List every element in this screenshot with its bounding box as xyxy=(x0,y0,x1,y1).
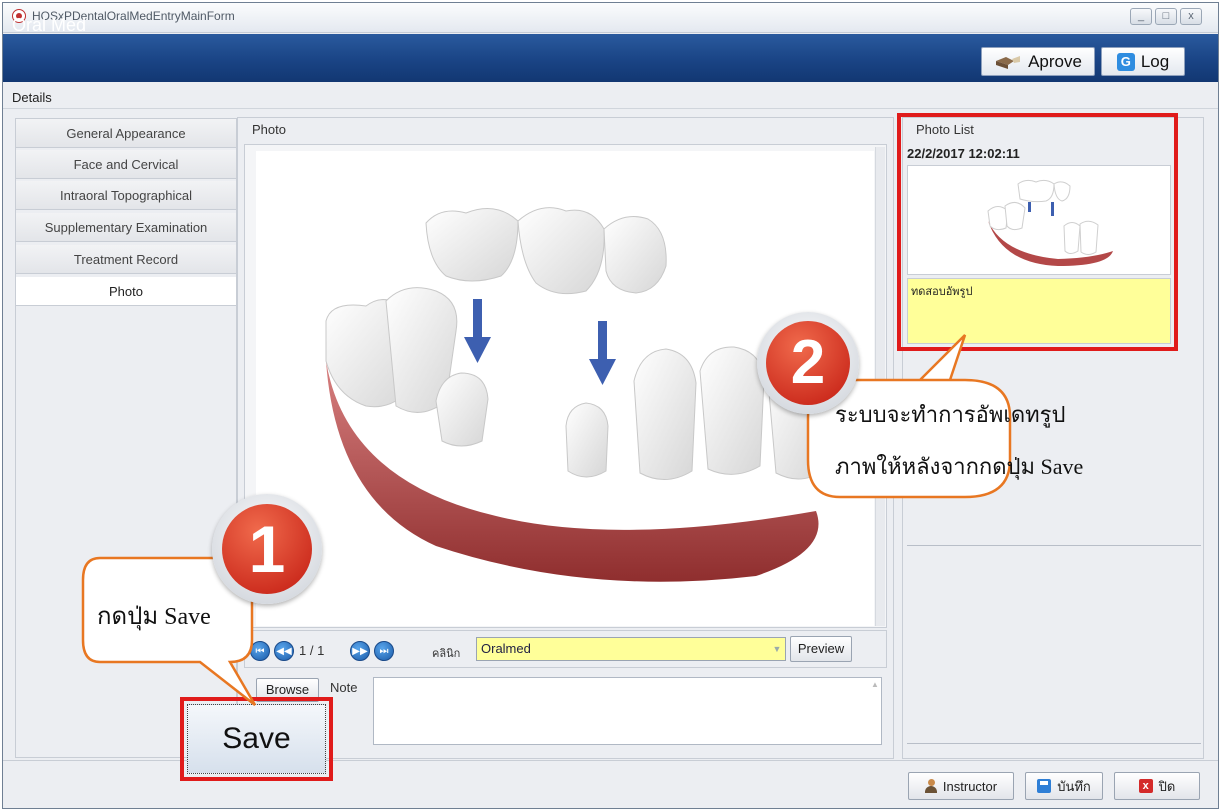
callout-text-2-line2: ภาพให้หลังจากกดปุ่ม Save xyxy=(835,454,1084,479)
log-icon: G xyxy=(1116,52,1135,71)
details-label[interactable]: Details xyxy=(12,90,52,105)
prev-photo-button[interactable]: ◀◀ xyxy=(274,641,294,661)
step-1-number: 1 xyxy=(222,504,312,594)
approve-button[interactable]: Aprove xyxy=(981,47,1095,76)
preview-button[interactable]: Preview xyxy=(790,636,852,662)
photo-list-highlight xyxy=(897,113,1178,351)
photo-caption: Photo xyxy=(252,122,286,137)
callout-text-2-line1: ระบบจะทำการอัพเดทรูป xyxy=(835,402,1066,427)
tab-supplementary-examination[interactable]: Supplementary Examination xyxy=(16,213,236,242)
next-photo-button[interactable]: ▶▶ xyxy=(350,641,370,661)
details-bar xyxy=(3,83,1218,109)
instructor-label: Instructor xyxy=(942,778,998,794)
list-divider xyxy=(907,545,1201,546)
tab-intraoral-topographical[interactable]: Intraoral Topographical xyxy=(16,181,236,210)
last-photo-button[interactable]: ⏭ xyxy=(374,641,394,661)
tab-photo[interactable]: Photo xyxy=(16,277,236,306)
close-button[interactable]: x xyxy=(1180,8,1202,25)
person-icon xyxy=(924,779,937,793)
page-counter: 1 / 1 xyxy=(299,643,325,658)
note-label: Note xyxy=(330,680,358,695)
close-x-icon: x xyxy=(1138,779,1153,793)
floppy-icon xyxy=(1037,779,1052,793)
tab-general-appearance[interactable]: General Appearance xyxy=(16,119,236,148)
note-textarea[interactable] xyxy=(373,677,882,745)
form-title: Oral Med xyxy=(12,15,87,35)
close-th-button[interactable]: x ปิด xyxy=(1114,772,1200,800)
save-th-button[interactable]: บันทึก xyxy=(1025,772,1103,800)
approve-icon xyxy=(996,55,1021,69)
minimize-button[interactable]: _ xyxy=(1130,8,1152,25)
step-2-badge: 2 xyxy=(757,312,859,414)
maximize-button[interactable]: □ xyxy=(1155,8,1177,25)
note-scrollbar[interactable]: ▲ xyxy=(870,680,880,742)
chevron-down-icon[interactable]: ▼ xyxy=(770,641,784,657)
clinic-select[interactable]: Oralmed xyxy=(476,637,786,661)
instructor-button[interactable]: Instructor xyxy=(908,772,1014,800)
log-label: Log xyxy=(1140,51,1170,71)
close-th-label: ปิด xyxy=(1158,778,1176,794)
step-2-number: 2 xyxy=(766,321,850,405)
save-th-label: บันทึก xyxy=(1057,778,1091,794)
step-1-badge: 1 xyxy=(212,494,322,604)
approve-label: Aprove xyxy=(1028,51,1082,71)
callout-text-1: กดปุ่ม Save xyxy=(97,604,211,630)
clinic-label: คลินิก xyxy=(432,648,461,660)
list-divider-bottom xyxy=(907,743,1201,744)
tab-face-and-cervical[interactable]: Face and Cervical xyxy=(16,150,236,179)
log-button[interactable]: G Log xyxy=(1101,47,1185,76)
tab-treatment-record[interactable]: Treatment Record xyxy=(16,245,236,274)
